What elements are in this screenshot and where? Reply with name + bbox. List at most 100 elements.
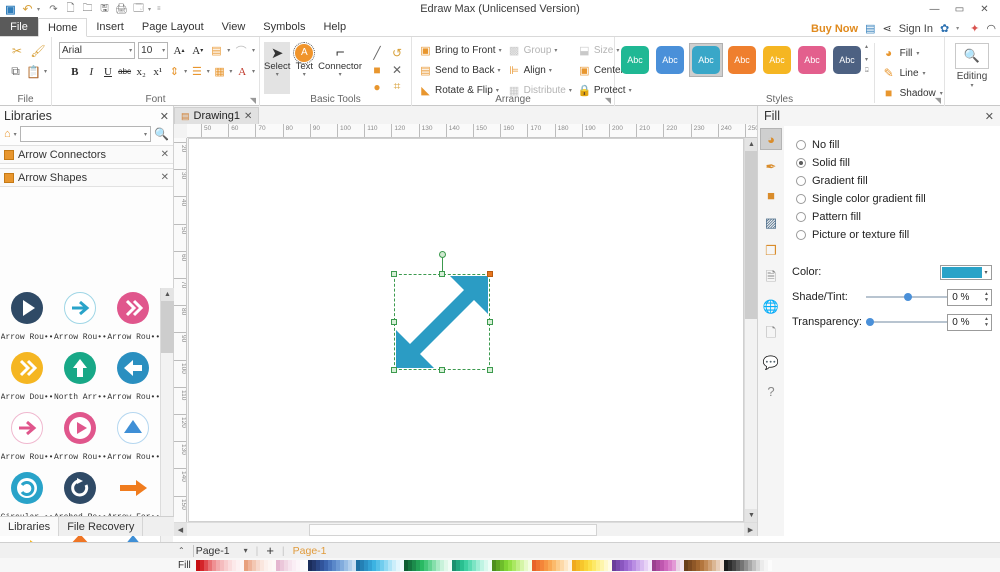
style-chip-1[interactable]: Abc [654, 44, 686, 76]
shape-item[interactable]: Arrow Rou••• [107, 408, 160, 468]
select-tool[interactable]: ➤ Select ▾ [264, 42, 290, 94]
hyperlink-icon[interactable]: 🌐 [760, 296, 782, 318]
shape-item[interactable]: Arrow Rou••• [0, 408, 53, 468]
copy-icon[interactable]: ⧉ [8, 62, 23, 81]
style-chip-0[interactable]: Abc [619, 44, 651, 76]
text-highlight-icon[interactable]: ▦ [213, 63, 227, 81]
qat-more-icon[interactable]: ≡ [157, 6, 164, 12]
apps-icon[interactable]: ✦ [970, 22, 979, 35]
style-chip-2-selected[interactable]: Abc [689, 43, 723, 77]
canvas-vertical-scrollbar[interactable]: ▲ ▼ [744, 138, 757, 522]
resize-handle-tr[interactable] [487, 271, 493, 277]
line-icon[interactable]: ✒ [760, 156, 782, 178]
grow-font-icon[interactable]: A▴ [171, 42, 187, 60]
fill-option-no-fill[interactable]: No fill [790, 136, 994, 154]
page-icon[interactable]: 🗋 [760, 324, 782, 346]
library-section-arrow-shapes[interactable]: Arrow Shapes ✕ [0, 168, 173, 187]
text-curve-icon[interactable]: ⌒ [233, 42, 249, 60]
current-page-name[interactable]: Page-1 [193, 545, 236, 557]
help-icon[interactable]: ? [760, 380, 782, 402]
tab-libraries[interactable]: Libraries [0, 517, 59, 536]
shade-tint-spinner[interactable]: 0 % ▲▼ [947, 289, 992, 306]
document-tab-close-icon[interactable]: ✕ [244, 111, 252, 122]
library-section-close-icon[interactable]: ✕ [161, 149, 169, 160]
menu-home[interactable]: Home [38, 18, 87, 37]
paste-caret-icon[interactable]: ▾ [44, 68, 47, 75]
style-chip-6[interactable]: Abc [831, 44, 863, 76]
fill-option-pattern-fill[interactable]: Pattern fill [790, 208, 994, 226]
save-icon[interactable]: 🖫 [97, 2, 112, 17]
fill-option-solid-fill[interactable]: Solid fill [790, 154, 994, 172]
italic-icon[interactable]: I [85, 63, 99, 81]
menu-page-layout[interactable]: Page Layout [133, 17, 213, 36]
canvas-horizontal-scrollbar[interactable]: ◀ ▶ [174, 522, 757, 536]
transparency-slider[interactable] [866, 315, 947, 329]
shadow-icon[interactable]: ■ [760, 184, 782, 206]
shape-item[interactable]: Arrow Rou••• [107, 288, 160, 348]
gear-icon[interactable]: ✿ [940, 22, 949, 35]
text-curve-caret-icon[interactable]: ▾ [252, 47, 255, 54]
home-caret-icon[interactable]: ▾ [14, 131, 17, 138]
superscript-icon[interactable]: x¹ [151, 63, 165, 81]
text-tool[interactable]: A Text ▾ [292, 42, 316, 94]
fill-option-picture-or-texture-fill[interactable]: Picture or texture fill [790, 226, 994, 244]
style-chip-5[interactable]: Abc [796, 44, 828, 76]
slider-knob[interactable] [904, 293, 912, 301]
strikethrough-icon[interactable]: abc [118, 63, 132, 81]
radio-gradient-fill[interactable] [796, 176, 806, 186]
document-tab-drawing1[interactable]: ▤ Drawing1 ✕ [174, 107, 259, 124]
resize-handle-br[interactable] [487, 367, 493, 373]
menu-help[interactable]: Help [314, 17, 355, 36]
line-button[interactable]: ✎ Line ▾ [882, 63, 943, 83]
fill-option-gradient-fill[interactable]: Gradient fill [790, 172, 994, 190]
menu-view[interactable]: View [213, 17, 255, 36]
shape-item[interactable]: Arrow Rou••• [53, 408, 106, 468]
styles-dialog-launcher-icon[interactable]: ◥ [935, 96, 941, 105]
radio-no-fill[interactable] [796, 140, 806, 150]
shrink-font-icon[interactable]: A▾ [190, 42, 206, 60]
group-button[interactable]: ▩ Group ▾ [505, 41, 575, 60]
tab-file-recovery[interactable]: File Recovery [59, 517, 143, 536]
page-tab-page-1[interactable]: Page-1 [293, 545, 327, 557]
spin-down-icon[interactable]: ▼ [984, 297, 989, 303]
search-icon[interactable]: 🔍 [154, 127, 169, 141]
bold-icon[interactable]: B [68, 63, 82, 81]
selected-shape-double-headed-arrow[interactable] [394, 274, 490, 370]
radio-solid-fill[interactable] [796, 158, 806, 168]
network-icon[interactable]: ▤ [865, 22, 875, 35]
library-section-close-icon[interactable]: ✕ [161, 172, 169, 183]
text-align-caret-icon[interactable]: ▾ [227, 47, 230, 54]
shape-item[interactable]: Arrow Rou••• [53, 288, 106, 348]
canvas-scroll-left-icon[interactable]: ◀ [174, 523, 187, 536]
text-highlight-caret-icon[interactable]: ▾ [229, 68, 232, 75]
style-chip-3[interactable]: Abc [726, 44, 758, 76]
canvas-scroll-right-icon[interactable]: ▶ [744, 523, 757, 536]
format-painter-icon[interactable]: 🖌 [29, 41, 47, 60]
style-chip-4[interactable]: Abc [761, 44, 793, 76]
close-icon[interactable]: ✕ [979, 4, 990, 15]
font-color-caret-icon[interactable]: ▾ [252, 68, 255, 75]
buy-now-link[interactable]: Buy Now [811, 23, 858, 35]
drawing-page[interactable] [188, 138, 744, 522]
font-name-combo[interactable]: Arial ▾ [59, 42, 135, 59]
shade-tint-slider[interactable] [866, 290, 947, 304]
chevron-up-icon[interactable]: ⌃ [178, 546, 185, 555]
style-gallery-scroll[interactable]: ▴ ▾ ⍈ [863, 43, 869, 75]
cloud-icon[interactable]: ◠ [986, 22, 996, 35]
find-button[interactable]: 🔍 [955, 43, 989, 69]
fill-option-single-color-gradient-fill[interactable]: Single color gradient fill [790, 190, 994, 208]
arrange-dialog-launcher-icon[interactable]: ◥ [605, 96, 611, 105]
shape-item[interactable]: Arrow Rou••• [0, 288, 53, 348]
bullets-caret-icon[interactable]: ▾ [207, 68, 210, 75]
resize-handle-tc[interactable] [439, 271, 445, 277]
comment-icon[interactable]: 💬 [760, 352, 782, 374]
bring-to-front-button[interactable]: ▣ Bring to Front ▾ [416, 41, 505, 60]
document-icon[interactable]: 🗎 [760, 268, 782, 290]
undo-icon[interactable]: ↶ [20, 2, 35, 17]
redo-icon[interactable]: ↷ [46, 2, 61, 17]
radio-picture-or-texture-fill[interactable] [796, 230, 806, 240]
app-logo-icon[interactable]: ▣ [3, 2, 18, 17]
sign-in-link[interactable]: Sign In [899, 23, 933, 35]
layers-icon[interactable]: ❐ [760, 240, 782, 262]
cut-icon[interactable]: ✂ [8, 41, 26, 60]
